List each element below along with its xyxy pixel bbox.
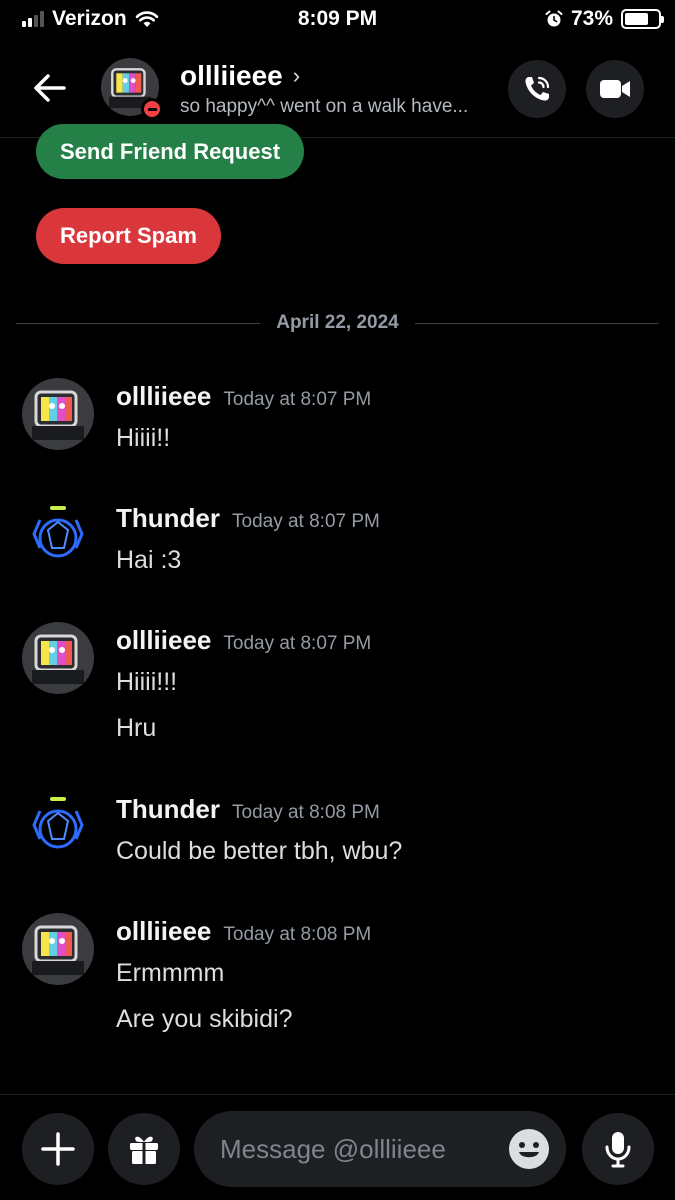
message-composer: Message @ollliieee	[0, 1094, 675, 1200]
author-name: ollliieee	[116, 381, 212, 411]
message-author[interactable]: Thunder Today at 8:08 PM	[116, 794, 380, 825]
author-name: ollliieee	[116, 916, 212, 946]
avatar[interactable]	[22, 913, 94, 985]
date-divider: April 22, 2024	[16, 310, 659, 336]
header-username-label: ollliieee	[180, 60, 283, 91]
message-timestamp: Today at 8:08 PM	[223, 924, 372, 945]
attach-button[interactable]	[22, 1113, 94, 1185]
alarm-icon	[545, 10, 563, 27]
message-timestamp: Today at 8:08 PM	[232, 802, 380, 823]
back-button[interactable]	[28, 66, 72, 110]
avatar[interactable]	[22, 791, 94, 863]
gift-icon	[130, 1136, 158, 1164]
message-timestamp: Today at 8:07 PM	[232, 511, 380, 532]
microphone-icon	[605, 1132, 631, 1168]
tv-avatar-icon	[22, 378, 94, 450]
divider-line	[16, 322, 261, 324]
voice-message-button[interactable]	[582, 1113, 654, 1185]
avatar[interactable]	[22, 378, 94, 450]
message-text: Hiiii!!	[116, 424, 171, 452]
battery-percent: 73%	[570, 7, 613, 30]
plus-icon	[41, 1132, 75, 1166]
message-text: Ermmmm	[116, 959, 225, 987]
avatar[interactable]	[22, 500, 94, 572]
tv-avatar-icon	[22, 622, 94, 694]
report-spam-button[interactable]: Report Spam	[36, 208, 221, 264]
tv-avatar-icon	[22, 913, 94, 985]
emoji-icon[interactable]	[508, 1128, 550, 1170]
message-text: Could be better tbh, wbu?	[116, 837, 403, 865]
divider-line	[414, 322, 659, 324]
message-timestamp: Today at 8:07 PM	[223, 389, 372, 410]
status-right: 73%	[545, 7, 664, 31]
header-avatar[interactable]	[101, 58, 163, 120]
send-friend-request-button[interactable]: Send Friend Request	[36, 124, 305, 179]
message-text: Are you skibidi?	[116, 1005, 293, 1033]
dnd-status-icon	[141, 98, 163, 120]
chevron-right-icon: ›	[292, 63, 301, 88]
battery-icon	[621, 9, 664, 29]
back-arrow-icon	[34, 74, 66, 102]
blue-neon-avatar-icon	[22, 791, 94, 863]
status-bar: Verizon 8:09 PM 73%	[0, 0, 675, 38]
video-call-icon	[600, 80, 630, 98]
message-author[interactable]: ollliieee Today at 8:07 PM	[116, 625, 371, 656]
message-text: Hai :3	[116, 546, 182, 574]
date-divider-label: April 22, 2024	[276, 312, 399, 333]
message-text: Hru	[116, 714, 157, 742]
header-username[interactable]: ollliieee ›	[180, 60, 300, 92]
avatar[interactable]	[22, 622, 94, 694]
video-call-button[interactable]	[586, 60, 644, 118]
message-input-placeholder: Message @ollliieee	[220, 1134, 446, 1164]
author-name: ollliieee	[116, 625, 212, 655]
message-author[interactable]: Thunder Today at 8:07 PM	[116, 503, 380, 534]
gift-button[interactable]	[108, 1113, 180, 1185]
message-author[interactable]: ollliieee Today at 8:08 PM	[116, 916, 371, 947]
author-name: Thunder	[116, 503, 220, 533]
voice-call-button[interactable]	[508, 60, 566, 118]
message-author[interactable]: ollliieee Today at 8:07 PM	[116, 381, 371, 412]
custom-status: so happy^^ went on a walk have...	[180, 96, 469, 117]
message-input[interactable]: Message @ollliieee	[194, 1111, 566, 1187]
author-name: Thunder	[116, 794, 220, 824]
blue-neon-avatar-icon	[22, 500, 94, 572]
voice-call-icon	[525, 76, 550, 101]
message-timestamp: Today at 8:07 PM	[223, 633, 372, 654]
message-text: Hiiii!!!	[116, 668, 178, 696]
